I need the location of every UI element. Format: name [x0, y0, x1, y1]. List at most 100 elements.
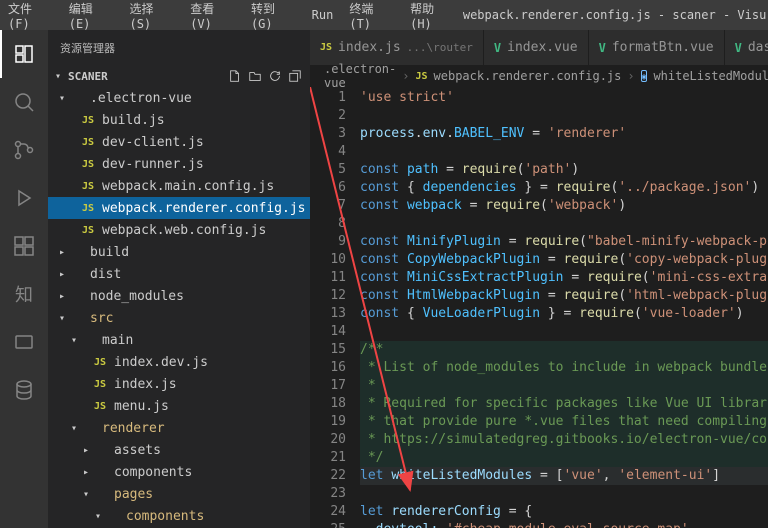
new-folder-icon[interactable] [246, 67, 264, 85]
menu-item[interactable]: 帮助(H) [402, 0, 463, 30]
tree-file[interactable]: JSmenu.js [48, 395, 310, 417]
breadcrumb-segment[interactable]: whiteListedModules [653, 69, 768, 83]
code-line[interactable]: devtool: '#cheap-module-eval-source-map'… [360, 521, 768, 528]
code-line[interactable]: const path = require('path') [360, 161, 768, 179]
search-icon[interactable] [0, 78, 48, 126]
tree-file[interactable]: JSdev-runner.js [48, 153, 310, 175]
tree-folder[interactable]: ▸dist [48, 263, 310, 285]
breadcrumb-segment[interactable]: webpack.renderer.config.js [434, 69, 622, 83]
window-title: webpack.renderer.config.js - scaner - Vi… [463, 8, 768, 22]
zhihu-icon[interactable]: 知 [0, 270, 48, 318]
editor-tab[interactable]: JSindex.js...\router [310, 30, 484, 65]
menu-item[interactable]: 选择(S) [121, 0, 182, 30]
chevron-icon: ▾ [56, 313, 68, 324]
code-line[interactable] [360, 323, 768, 341]
vue-icon: V [494, 41, 501, 55]
tree-label: components [114, 465, 192, 480]
breadcrumb-segment[interactable]: .electron-vue [324, 62, 396, 90]
tab-path: ...\router [407, 41, 473, 54]
tree-folder[interactable]: ▾main [48, 329, 310, 351]
code-line[interactable]: */ [360, 449, 768, 467]
tree-folder[interactable]: ▸build [48, 241, 310, 263]
remote-icon[interactable] [0, 318, 48, 366]
editor-tab[interactable]: VformatBtn.vue [589, 30, 725, 65]
line-number: 23 [310, 485, 346, 503]
symbol-variable-icon: ◉ [641, 70, 648, 82]
code-line[interactable]: const MinifyPlugin = require("babel-mini… [360, 233, 768, 251]
database-icon[interactable] [0, 366, 48, 414]
tree-folder[interactable]: ▸node_modules [48, 285, 310, 307]
new-file-icon[interactable] [226, 67, 244, 85]
tree-folder[interactable]: ▸assets [48, 439, 310, 461]
line-number: 24 [310, 503, 346, 521]
tree-file[interactable]: JSbuild.js [48, 109, 310, 131]
refresh-icon[interactable] [266, 67, 284, 85]
tree-file[interactable]: JSwebpack.renderer.config.js [48, 197, 310, 219]
menu-item[interactable]: 文件(F) [0, 0, 61, 30]
code-content[interactable]: 'use strict' process.env.BABEL_ENV = 'ren… [360, 87, 768, 528]
line-number: 8 [310, 215, 346, 233]
line-number: 15 [310, 341, 346, 359]
section-name: SCANER [68, 70, 108, 83]
menu-item[interactable]: 终端(T) [341, 0, 402, 30]
code-line[interactable]: const webpack = require('webpack') [360, 197, 768, 215]
editor-tab[interactable]: Vindex.vue [484, 30, 589, 65]
code-line[interactable] [360, 215, 768, 233]
collapse-all-icon[interactable] [286, 67, 304, 85]
code-line[interactable]: * https://simulatedgreg.gitbooks.io/elec… [360, 431, 768, 449]
activity-bar: 知 [0, 30, 48, 528]
tree-folder[interactable]: ▾.electron-vue [48, 87, 310, 109]
tree-label: assets [114, 443, 161, 458]
menu-item[interactable]: Run [304, 0, 342, 30]
code-line[interactable]: const MiniCssExtractPlugin = require('mi… [360, 269, 768, 287]
code-line[interactable]: * Required for specific packages like Vu… [360, 395, 768, 413]
tree-file[interactable]: JSdev-client.js [48, 131, 310, 153]
line-number: 1 [310, 89, 346, 107]
explorer-icon[interactable] [0, 30, 48, 78]
code-line[interactable] [360, 143, 768, 161]
code-line[interactable]: * [360, 377, 768, 395]
tree-folder[interactable]: ▾components [48, 505, 310, 527]
code-line[interactable]: const CopyWebpackPlugin = require('copy-… [360, 251, 768, 269]
code-line[interactable]: process.env.BABEL_ENV = 'renderer' [360, 125, 768, 143]
menu-item[interactable]: 转到(G) [243, 0, 304, 30]
code-line[interactable] [360, 485, 768, 503]
titlebar: 文件(F)编辑(E)选择(S)查看(V)转到(G)Run终端(T)帮助(H) w… [0, 0, 768, 30]
tree-file[interactable]: JSwebpack.web.config.js [48, 219, 310, 241]
tree-file[interactable]: JS index.dev.js [48, 351, 310, 373]
editor-tab[interactable]: Vdashboa [725, 30, 768, 65]
tree-folder[interactable]: ▾renderer [48, 417, 310, 439]
tree-file[interactable]: JSwebpack.main.config.js [48, 175, 310, 197]
menu-item[interactable]: 查看(V) [182, 0, 243, 30]
tree-folder[interactable]: ▾pages [48, 483, 310, 505]
tree-label: build [90, 245, 129, 260]
code-line[interactable]: const HtmlWebpackPlugin = require('html-… [360, 287, 768, 305]
code-line[interactable]: let rendererConfig = { [360, 503, 768, 521]
extensions-icon[interactable] [0, 222, 48, 270]
js-icon: JS [92, 357, 108, 368]
sidebar-section-header[interactable]: ▾ SCANER [48, 65, 310, 87]
menu-item[interactable]: 编辑(E) [61, 0, 122, 30]
js-icon: JS [320, 42, 332, 53]
code-line[interactable]: /** [360, 341, 768, 359]
tree-file[interactable]: JSindex.js [48, 373, 310, 395]
chevron-right-icon: › [627, 69, 634, 83]
code-line[interactable]: * that provide pure *.vue files that nee… [360, 413, 768, 431]
code-line[interactable]: const { dependencies } = require('../pac… [360, 179, 768, 197]
tree-folder[interactable]: ▾src [48, 307, 310, 329]
tree-label: index.dev.js [114, 355, 208, 370]
chevron-icon: ▾ [92, 511, 104, 522]
chevron-icon: ▸ [80, 467, 92, 478]
code-line[interactable]: * List of node_modules to include in web… [360, 359, 768, 377]
breadcrumb[interactable]: .electron-vue › JS webpack.renderer.conf… [310, 65, 768, 87]
code-line[interactable]: 'use strict' [360, 89, 768, 107]
tree-label: webpack.web.config.js [102, 223, 266, 238]
code-line[interactable]: let whiteListedModules = ['vue', 'elemen… [360, 467, 768, 485]
chevron-down-icon: ▾ [52, 71, 64, 82]
run-debug-icon[interactable] [0, 174, 48, 222]
js-icon: JS [92, 401, 108, 412]
code-line[interactable] [360, 107, 768, 125]
code-line[interactable]: const { VueLoaderPlugin } = require('vue… [360, 305, 768, 323]
source-control-icon[interactable] [0, 126, 48, 174]
tree-folder[interactable]: ▸ components [48, 461, 310, 483]
